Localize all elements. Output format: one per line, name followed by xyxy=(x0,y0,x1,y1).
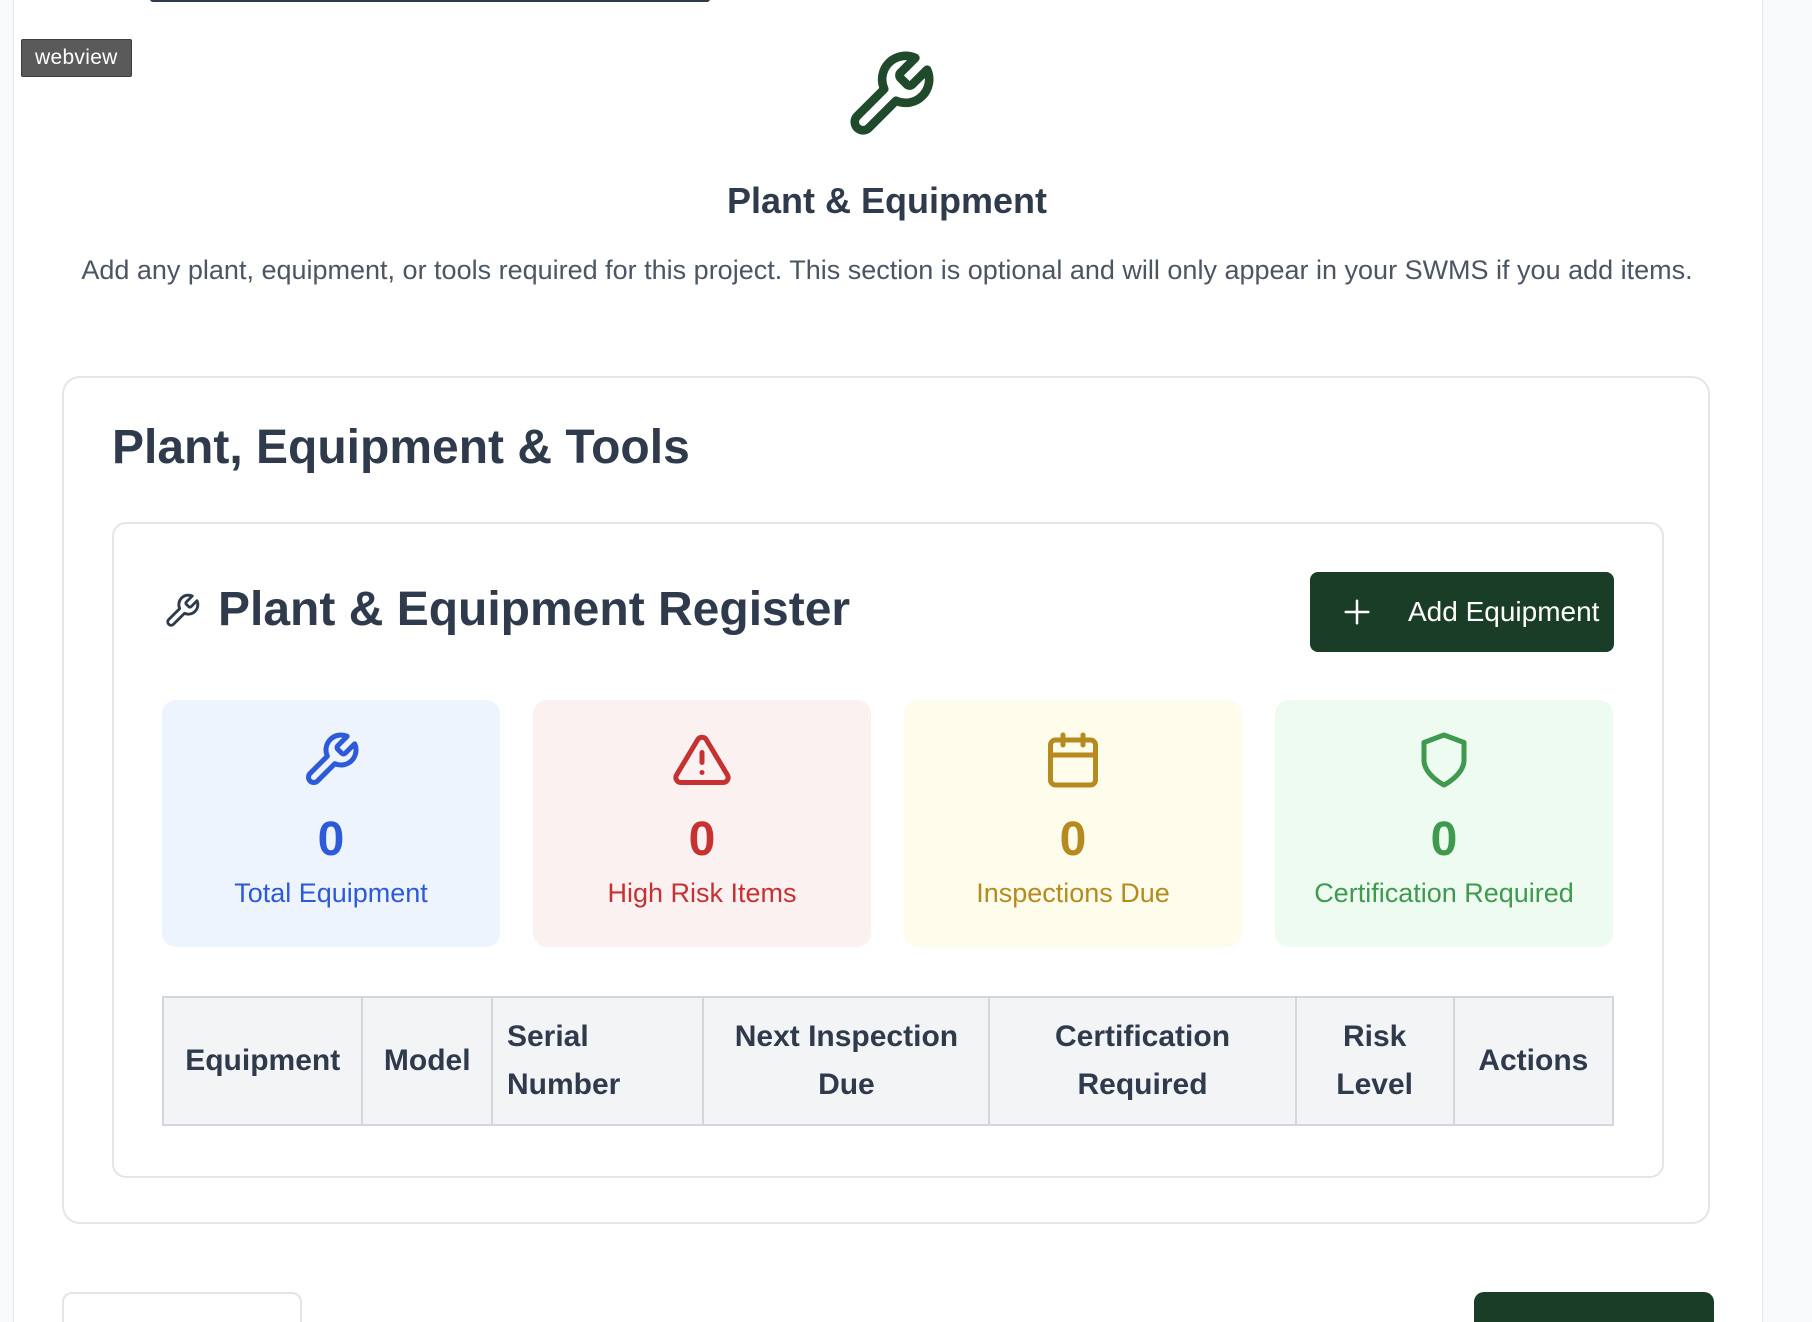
stat-label: Certification Required xyxy=(1314,878,1574,908)
stat-label: High Risk Items xyxy=(607,878,797,908)
wrench-icon xyxy=(166,593,200,627)
stat-value: 0 xyxy=(1059,813,1087,866)
stat-value: 0 xyxy=(688,813,716,866)
hero-title: Plant & Equipment xyxy=(726,180,1047,221)
column-header-next-inspection-due: Next Inspection Due xyxy=(702,996,991,1126)
stat-card-high-risk: 0 High Risk Items xyxy=(533,700,871,947)
plus-icon xyxy=(1344,599,1370,625)
wrench-icon xyxy=(306,732,359,785)
stat-label: Total Equipment xyxy=(234,878,428,908)
stat-card-certification-required: 0 Certification Required xyxy=(1275,700,1613,947)
table-header-row: Equipment Model Serial Number Next Inspe… xyxy=(161,996,1615,1126)
register-title: Plant & Equipment Register xyxy=(218,583,851,636)
wrench-icon xyxy=(850,51,934,135)
column-header-serial-number: Serial Number xyxy=(490,996,705,1126)
page: webview Plant & Equipment Add any plant,… xyxy=(0,0,1812,1322)
add-equipment-button[interactable]: Add Equipment xyxy=(1310,572,1614,652)
webview-label: webview xyxy=(21,39,132,77)
previous-button[interactable] xyxy=(62,1292,302,1322)
shield-icon xyxy=(1421,732,1467,788)
column-header-risk-level: Risk Level xyxy=(1294,996,1455,1126)
stat-card-total-equipment: 0 Total Equipment xyxy=(162,700,500,947)
stat-card-inspections-due: 0 Inspections Due xyxy=(904,700,1242,947)
stat-label: Inspections Due xyxy=(976,878,1170,908)
column-header-certification-required: Certification Required xyxy=(988,996,1297,1126)
add-equipment-label: Add Equipment xyxy=(1408,596,1600,627)
column-header-model: Model xyxy=(361,996,493,1126)
page-heading-clipped xyxy=(150,0,750,4)
warning-triangle-icon xyxy=(673,734,731,785)
column-header-equipment: Equipment xyxy=(161,996,364,1126)
stat-value: 0 xyxy=(1430,813,1458,866)
next-button[interactable] xyxy=(1474,1292,1714,1322)
calendar-icon xyxy=(1048,732,1098,788)
section-title: Plant, Equipment & Tools xyxy=(112,421,690,474)
stat-value: 0 xyxy=(317,813,345,866)
column-header-actions: Actions xyxy=(1452,996,1615,1126)
hero-description: Add any plant, equipment, or tools requi… xyxy=(81,255,1693,285)
equipment-table: Equipment Model Serial Number Next Inspe… xyxy=(161,996,1615,1126)
